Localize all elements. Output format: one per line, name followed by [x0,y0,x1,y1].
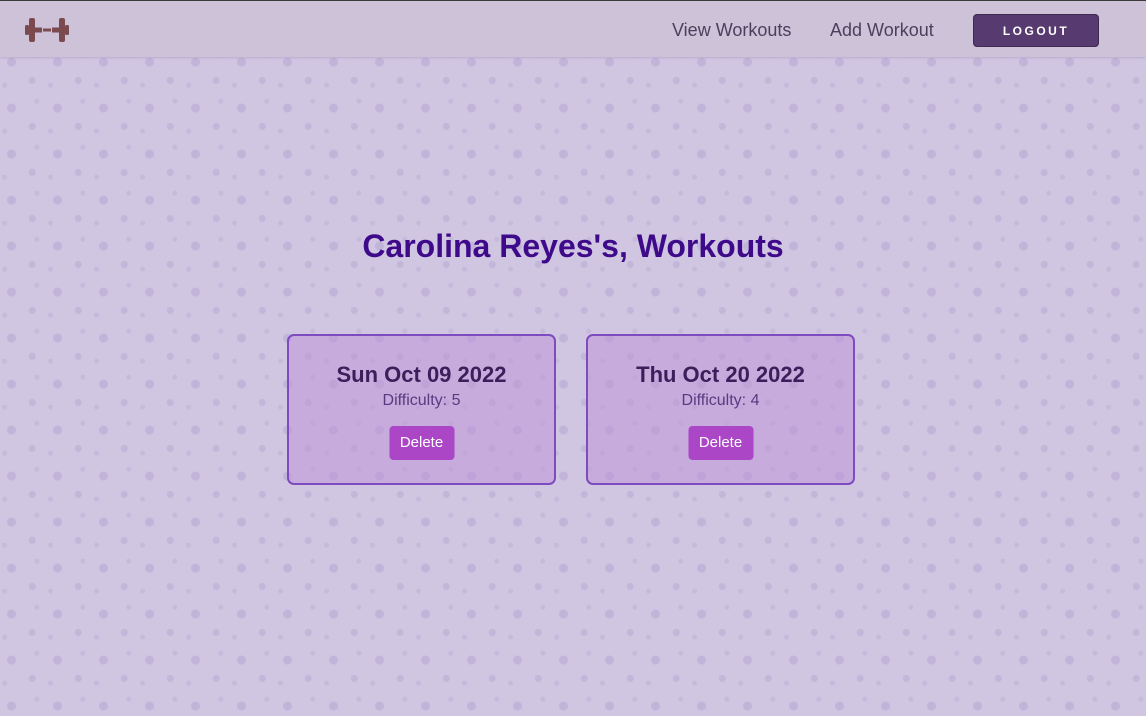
logout-button[interactable]: LOGOUT [973,14,1099,47]
workout-card: Sun Oct 09 2022 Difficulty: 5 Delete [287,334,556,485]
workout-difficulty: Difficulty: 4 [681,392,760,409]
workout-date: Sun Oct 09 2022 [336,362,507,387]
top-navbar: View Workouts Add Workout LOGOUT [0,0,1146,57]
dumbbell-icon[interactable] [24,15,70,45]
nav-add-workout-link[interactable]: Add Workout [830,20,934,41]
workout-card: Thu Oct 20 2022 Difficulty: 4 Delete [586,334,855,485]
page-title: Carolina Reyes's, Workouts [362,228,784,264]
workout-date: Thu Oct 20 2022 [636,362,805,387]
nav-view-workouts-link[interactable]: View Workouts [672,20,791,41]
delete-workout-button[interactable]: Delete [688,426,753,460]
workout-difficulty: Difficulty: 5 [382,392,461,409]
delete-workout-button[interactable]: Delete [389,426,454,460]
